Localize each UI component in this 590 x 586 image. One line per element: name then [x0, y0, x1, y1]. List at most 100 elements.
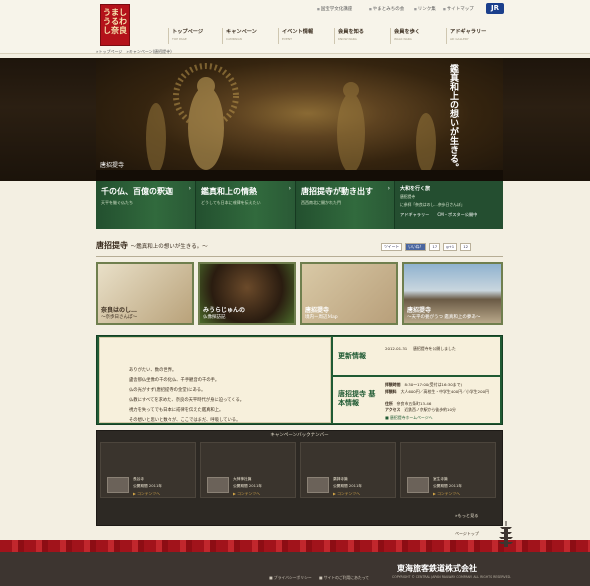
cm-poster-link[interactable]: CM・ポスター公開中 [437, 212, 477, 218]
link-label: コンテンツへ [337, 491, 360, 496]
footer-links: ■ プライバシーポリシー ■ サイトのご利用にあたって [269, 575, 369, 581]
poem-line: 盧舎那仏坐像の千の化仏、千手観音の千の手。 [129, 378, 220, 383]
card-title: 唐招提寺 [305, 307, 330, 314]
campaign-item[interactable]: 室生寺篇 公開期間 2011年 ▶ コンテンツへ [400, 442, 496, 498]
title-main: 唐招提寺 [96, 240, 128, 250]
news-heading: 更新情報 [338, 351, 366, 360]
nav-label: キャンペーン [226, 29, 257, 35]
jr-logo[interactable]: JR [486, 3, 504, 14]
nav-sub: TOP PAGE [172, 37, 187, 41]
site-logo[interactable]: うましうるわし奈良 [100, 4, 130, 46]
card-title: 唐招提寺 [407, 307, 432, 314]
nav-sub: CAMPAIGN [226, 37, 242, 41]
hero-vertical-copy: 鑑真和上の想いが生きる。 [448, 64, 458, 172]
nav-sub: KNOW NARA [338, 37, 357, 41]
card-label: 〜天平の甍がうつ 鑑真和上の夢あ〜 [407, 315, 481, 320]
page-title: 唐招提寺 〜鑑真和上の想いが生きる。〜 [96, 240, 208, 251]
campaign-link[interactable]: ▶ コンテンツへ [233, 491, 260, 497]
link-label: 唐招提寺ホームページへ [389, 415, 433, 420]
more-link[interactable]: »もっと見る [455, 513, 479, 519]
info-value: 8:30〜17:00(受付は16:30まで) [404, 382, 462, 387]
intro-poem: ありがたい、数の世界。 盧舎那仏坐像の千の化仏、千手観音の千の手。 仏の光がすず… [129, 366, 309, 426]
page-top-link[interactable]: ページトップ [455, 531, 479, 537]
temple-homepage-link[interactable]: ■ 唐招提寺ホームページへ [385, 415, 433, 421]
banner-sub: 天平を継ぐ仏たち [101, 200, 133, 205]
side-line: 唐招提寺 [400, 194, 416, 199]
card-temple[interactable]: 唐招提寺 〜天平の甍がうつ 鑑真和上の夢あ〜 [402, 262, 503, 325]
temple-thumbnail [307, 477, 329, 493]
info-key: 拝観料 [385, 389, 397, 394]
nav-walk[interactable]: 会員を歩く WALK NARA [390, 28, 420, 44]
nav-top[interactable]: トップページ TOP PAGE [168, 28, 203, 44]
news-item[interactable]: 唐招提寺を公開しました [413, 346, 456, 352]
nav-label: 会員を歩く [394, 29, 420, 35]
basic-heading: 唐招提寺 基本情報 [338, 389, 376, 407]
breadcrumb[interactable]: »トップページ »キャンペーン(唐招提寺) [96, 49, 172, 55]
info-row: アクセス 近鉄西ノ京駅から徒歩約10分 [385, 407, 456, 413]
util-link-yamato[interactable]: やまとみちの会 [369, 6, 405, 12]
privacy-link[interactable]: ■ プライバシーポリシー [269, 575, 312, 580]
campaign-title: 大神神社篇 [233, 477, 252, 481]
card-map[interactable]: 唐招提寺 境内ー周辺Map [300, 262, 398, 325]
nav-event[interactable]: イベント情報 EVENT [278, 28, 313, 44]
campaign-link[interactable]: ▶ コンテンツへ [433, 491, 460, 497]
nav-gallery[interactable]: アドギャラリー AD GALLERY [446, 28, 486, 44]
info-key: アクセス [385, 407, 401, 412]
nav-sub: AD GALLERY [450, 37, 469, 41]
banner-title: 千の仏、百億の釈迦 [101, 186, 173, 196]
link-label: プライバシーポリシー [273, 575, 312, 580]
info-key: 住所 [385, 401, 393, 406]
arrow-icon: › [188, 185, 191, 192]
tweet-button[interactable]: ツイート [381, 243, 403, 251]
card-sanpo[interactable]: 奈良はのし… 〜奈歩日さんぽ〜 [96, 262, 194, 325]
banner-ganjin[interactable]: 鑑真和上の情熱 どうしても日本に戒律を伝えたい › [196, 181, 296, 229]
poem-line: その想いと思いと数々が、ここではまだ、呼吸している。 [129, 418, 241, 423]
campaign-heading: キャンペーンバックナンバー [270, 433, 329, 438]
card-label: 境内ー周辺Map [305, 315, 338, 320]
banner-sub: 西西南北に開かれた門 [301, 200, 341, 205]
campaign-title: 薬師寺篇 [333, 477, 348, 481]
nav-label: イベント情報 [282, 29, 314, 35]
link-label: コンテンツへ [237, 491, 260, 496]
campaign-title: 室生寺篇 [433, 477, 448, 481]
social-buttons: ツイート いいね！ 17 g+1 12 [381, 243, 472, 251]
banner-temple[interactable]: 唐招提寺が動き出す 西西南北に開かれた門 › [296, 181, 395, 229]
card-title: 奈良はのし… [101, 307, 138, 314]
card-label: 仏像探訪記 [203, 315, 226, 320]
nav-campaign[interactable]: キャンペーン CAMPAIGN [222, 28, 257, 44]
side-banner[interactable]: 大和を行く旅 唐招提寺 に参拝「奈良はのし…奈歩日さんぽ」 アドギャラリー CM… [395, 181, 503, 229]
util-link-sitemap[interactable]: サイトマップ [443, 6, 474, 12]
campaign-period: 公開期間 2011年 [233, 484, 262, 488]
banner-buddhas[interactable]: 千の仏、百億の釈迦 天平を継ぐ仏たち › [96, 181, 196, 229]
campaign-link[interactable]: ▶ コンテンツへ [333, 491, 360, 497]
util-link-links[interactable]: リンク集 [414, 6, 436, 12]
terms-link[interactable]: ■ サイトのご利用にあたって [319, 575, 369, 580]
banner-title: 唐招提寺が動き出す [301, 186, 373, 196]
plusone-button[interactable]: g+1 [443, 243, 458, 251]
campaign-period: 公開期間 2011年 [433, 484, 462, 488]
poem-line: 仏の光がすず(唐招提寺の金堂)にある。 [129, 388, 206, 393]
card-title: みうらじゅんの [203, 307, 246, 314]
company-name: 東海旅客鉄道株式会社 [397, 563, 477, 573]
ad-gallery-link[interactable]: アドギャラリー [400, 212, 429, 218]
campaign-period: 公開期間 2011年 [133, 484, 162, 488]
campaign-item[interactable]: 薬師寺篇 公開期間 2011年 ▶ コンテンツへ [300, 442, 396, 498]
info-value: 近鉄西ノ京駅から徒歩約10分 [404, 407, 456, 412]
nav-label: 会員を知る [338, 29, 364, 35]
like-button[interactable]: いいね！ [405, 243, 427, 251]
temple-thumbnail [407, 477, 429, 493]
link-label: サイトのご利用にあたって [323, 575, 370, 580]
campaign-item[interactable]: 大神神社篇 公開期間 2011年 ▶ コンテンツへ [200, 442, 296, 498]
util-link-lecture[interactable]: 国宝学文化講座 [317, 6, 353, 12]
campaign-link[interactable]: ▶ コンテンツへ [133, 491, 160, 497]
nav-know[interactable]: 会員を知る KNOW NARA [334, 28, 364, 44]
banner-sub: どうしても日本に戒律を伝えたい [201, 200, 261, 205]
nav-sub: EVENT [282, 37, 292, 41]
basic-info-box: 唐招提寺 基本情報 拝観時間 8:30〜17:00(受付は16:30まで) 拝観… [333, 377, 500, 423]
temple-thumbnail [107, 477, 129, 493]
temple-thumbnail [207, 477, 229, 493]
news-date: 2012.01.31 [385, 346, 408, 351]
campaign-item[interactable]: 長谷寺 公開期間 2011年 ▶ コンテンツへ [100, 442, 196, 498]
poem-line: ありがたい、数の世界。 [129, 368, 177, 373]
card-miura[interactable]: みうらじゅんの 仏像探訪記 [198, 262, 296, 325]
